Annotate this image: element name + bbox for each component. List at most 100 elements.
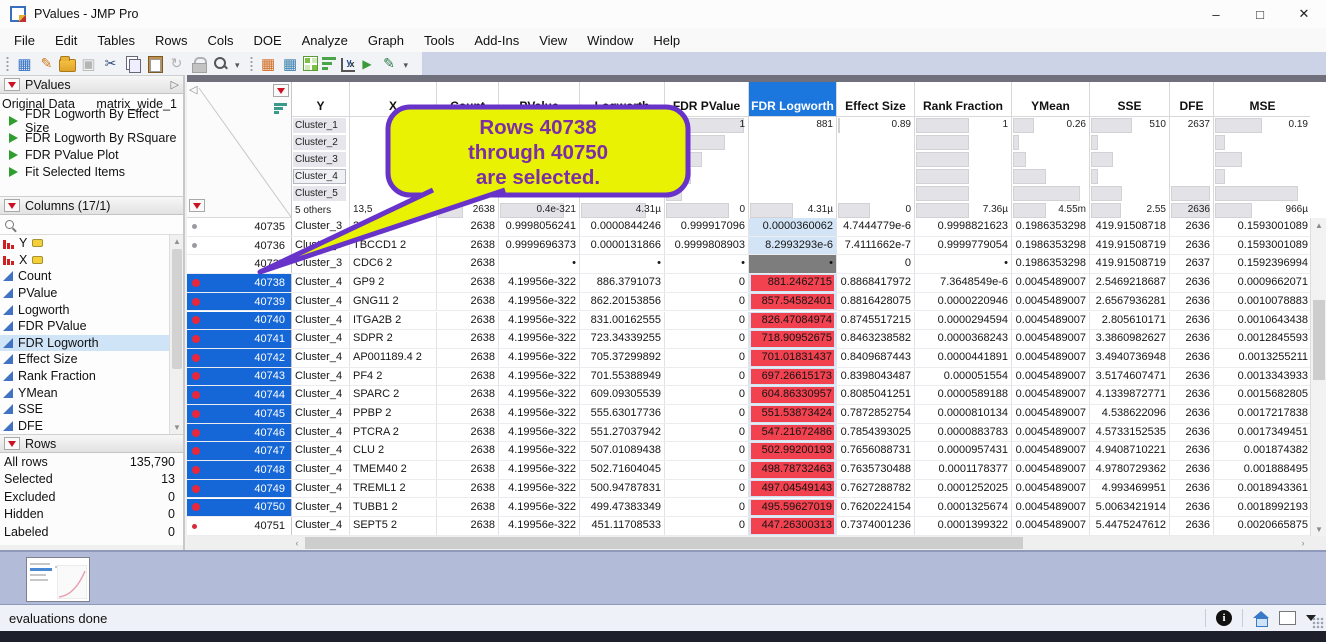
cell-dfe[interactable]: 2636 bbox=[1170, 517, 1214, 535]
col-histogram-logworth[interactable]: 8864.31µ bbox=[580, 116, 665, 218]
table-row[interactable]: 40746Cluster_4PTCRA 226384.19956e-322551… bbox=[187, 424, 1310, 443]
category-bin[interactable]: Cluster_2 bbox=[292, 134, 349, 151]
histogram-bin[interactable]: 510 bbox=[1090, 117, 1169, 134]
cell-sse[interactable]: 5.0063421914 bbox=[1090, 499, 1170, 517]
cell-effect_size[interactable]: 4.7444779e-6 bbox=[837, 218, 915, 236]
cell-logworth[interactable]: 609.09305539 bbox=[580, 386, 665, 404]
col-histogram-fdr_pvalue[interactable]: 10 bbox=[665, 116, 749, 218]
column-item-x[interactable]: X bbox=[0, 252, 170, 269]
cell-fdr_pvalue[interactable]: 0 bbox=[665, 386, 749, 404]
category-bin[interactable]: Cluster_4 bbox=[292, 168, 349, 185]
cell-y[interactable]: Cluster_4 bbox=[292, 330, 350, 348]
cell-dfe[interactable]: 2636 bbox=[1170, 442, 1214, 460]
histogram-bin[interactable]: 0.19 bbox=[1214, 117, 1311, 134]
cell-dfe[interactable]: 2637 bbox=[1170, 255, 1214, 273]
cell-dfe[interactable]: 2636 bbox=[1170, 330, 1214, 348]
cell-ymean[interactable]: 0.0045489007 bbox=[1012, 499, 1090, 517]
table-row[interactable]: 40750Cluster_4TUBB1 226384.19956e-322499… bbox=[187, 499, 1310, 518]
histogram-bin[interactable] bbox=[580, 151, 664, 168]
restore-icon[interactable] bbox=[167, 54, 186, 73]
histogram-bin[interactable]: 881 bbox=[749, 117, 836, 134]
cell-ymean[interactable]: 0.1986353298 bbox=[1012, 237, 1090, 255]
cell-pvalue[interactable]: 0.9999696373 bbox=[499, 237, 580, 255]
cell-count[interactable]: 2638 bbox=[437, 255, 499, 273]
cell-mse[interactable]: 0.0017349451 bbox=[1214, 424, 1312, 442]
histogram-bin[interactable] bbox=[580, 134, 664, 151]
cell-mse[interactable]: 0.001874382 bbox=[1214, 442, 1312, 460]
menu-help[interactable]: Help bbox=[643, 30, 690, 51]
cell-y[interactable]: Cluster_4 bbox=[292, 424, 350, 442]
table-row[interactable]: 40739Cluster_4GNG11 226384.19956e-322862… bbox=[187, 293, 1310, 312]
histogram-bin[interactable]: 1 bbox=[499, 117, 579, 134]
cell-mse[interactable]: 0.0012845593 bbox=[1214, 330, 1312, 348]
red-triangle-menu-icon[interactable] bbox=[4, 199, 20, 212]
cell-x[interactable]: TUBB1 2 bbox=[350, 499, 437, 517]
cell-x[interactable]: CDC6 2 bbox=[350, 255, 437, 273]
histogram-bin[interactable]: 13,5 bbox=[350, 202, 436, 219]
cell-mse[interactable]: 0.1592396994 bbox=[1214, 255, 1312, 273]
menu-rows[interactable]: Rows bbox=[145, 30, 198, 51]
cell-effect_size[interactable]: 7.4111662e-7 bbox=[837, 237, 915, 255]
cell-logworth[interactable]: 502.71604045 bbox=[580, 461, 665, 479]
scroll-down-icon[interactable]: ▼ bbox=[170, 421, 184, 434]
cell-x[interactable]: CLU 2 bbox=[350, 442, 437, 460]
histogram-bin[interactable] bbox=[665, 134, 748, 151]
cell-sse[interactable]: 4.993469951 bbox=[1090, 480, 1170, 498]
cell-x[interactable]: AP001189.4 2 bbox=[350, 349, 437, 367]
cell-y[interactable]: Cluster_4 bbox=[292, 499, 350, 517]
table-row[interactable]: 40749Cluster_4TREML1 226384.19956e-32250… bbox=[187, 480, 1310, 499]
cell-y[interactable]: Cluster_3 bbox=[292, 237, 350, 255]
row-state-marker-icon[interactable] bbox=[192, 503, 200, 511]
cell-ymean[interactable]: 0.0045489007 bbox=[1012, 424, 1090, 442]
cell-dfe[interactable]: 2636 bbox=[1170, 499, 1214, 517]
cell-count[interactable]: 2638 bbox=[437, 424, 499, 442]
cell-pvalue[interactable]: 4.19956e-322 bbox=[499, 386, 580, 404]
cell-effect_size[interactable]: 0.7620224154 bbox=[837, 499, 915, 517]
cell-sse[interactable]: 419.91508718 bbox=[1090, 218, 1170, 236]
column-item-pvalue[interactable]: PValue bbox=[0, 285, 170, 302]
cell-fdr_pvalue[interactable]: 0 bbox=[665, 424, 749, 442]
cell-pvalue[interactable]: 4.19956e-322 bbox=[499, 517, 580, 535]
cell-dfe[interactable]: 2636 bbox=[1170, 237, 1214, 255]
cell-logworth[interactable]: 555.63017736 bbox=[580, 405, 665, 423]
cell-y[interactable]: Cluster_3 bbox=[292, 255, 350, 273]
histogram-bin[interactable]: 4.55m bbox=[1012, 202, 1089, 219]
cut-icon[interactable] bbox=[101, 54, 120, 73]
cell-fdr_logworth[interactable]: 502.99200193 bbox=[749, 442, 837, 460]
cell-ymean[interactable]: 0.0045489007 bbox=[1012, 274, 1090, 292]
cell-x[interactable]: GNG11 2 bbox=[350, 293, 437, 311]
cell-mse[interactable]: 0.001888495 bbox=[1214, 461, 1312, 479]
cell-sse[interactable]: 2.6567936281 bbox=[1090, 293, 1170, 311]
red-triangle-menu-icon[interactable] bbox=[4, 437, 20, 450]
histogram-bin[interactable] bbox=[1090, 168, 1169, 185]
cell-mse[interactable]: 0.0013255211 bbox=[1214, 349, 1312, 367]
histogram-bin[interactable] bbox=[1090, 134, 1169, 151]
scroll-right-icon[interactable]: › bbox=[1296, 536, 1310, 550]
cell-count[interactable]: 2638 bbox=[437, 330, 499, 348]
histogram-bin[interactable]: 7.36µ bbox=[915, 202, 1011, 219]
menu-doe[interactable]: DOE bbox=[243, 30, 291, 51]
histogram-bin[interactable] bbox=[749, 134, 836, 151]
row-number[interactable]: 40738 bbox=[187, 274, 292, 292]
row-state-marker-icon[interactable] bbox=[192, 224, 197, 229]
col-header-logworth[interactable]: Logworth bbox=[580, 82, 665, 116]
cell-y[interactable]: Cluster_4 bbox=[292, 274, 350, 292]
cell-rank_fraction[interactable]: 0.0000589188 bbox=[915, 386, 1012, 404]
col-histogram-fdr_logworth[interactable]: 8814.31µ bbox=[749, 116, 837, 218]
cell-pvalue[interactable]: 4.19956e-322 bbox=[499, 499, 580, 517]
col-header-x[interactable]: X bbox=[350, 82, 437, 116]
cell-pvalue[interactable]: 4.19956e-322 bbox=[499, 349, 580, 367]
histogram-bin[interactable] bbox=[499, 134, 579, 151]
cell-mse[interactable]: 0.0017217838 bbox=[1214, 405, 1312, 423]
cell-count[interactable]: 2638 bbox=[437, 312, 499, 330]
col-header-rank_fraction[interactable]: Rank Fraction bbox=[915, 82, 1012, 116]
row-number[interactable]: 40736 bbox=[187, 237, 292, 255]
row-state-marker-icon[interactable] bbox=[192, 335, 200, 343]
cell-sse[interactable]: 4.5733152535 bbox=[1090, 424, 1170, 442]
histogram-bin[interactable]: 1 bbox=[665, 117, 748, 134]
cell-mse[interactable]: 0.0020665875 bbox=[1214, 517, 1312, 535]
row-number[interactable]: 40740 bbox=[187, 312, 292, 330]
histogram-bin[interactable] bbox=[1170, 134, 1213, 151]
cell-rank_fraction[interactable]: 0.0000957431 bbox=[915, 442, 1012, 460]
col-histogram-pvalue[interactable]: 10.4e-321 bbox=[499, 116, 580, 218]
